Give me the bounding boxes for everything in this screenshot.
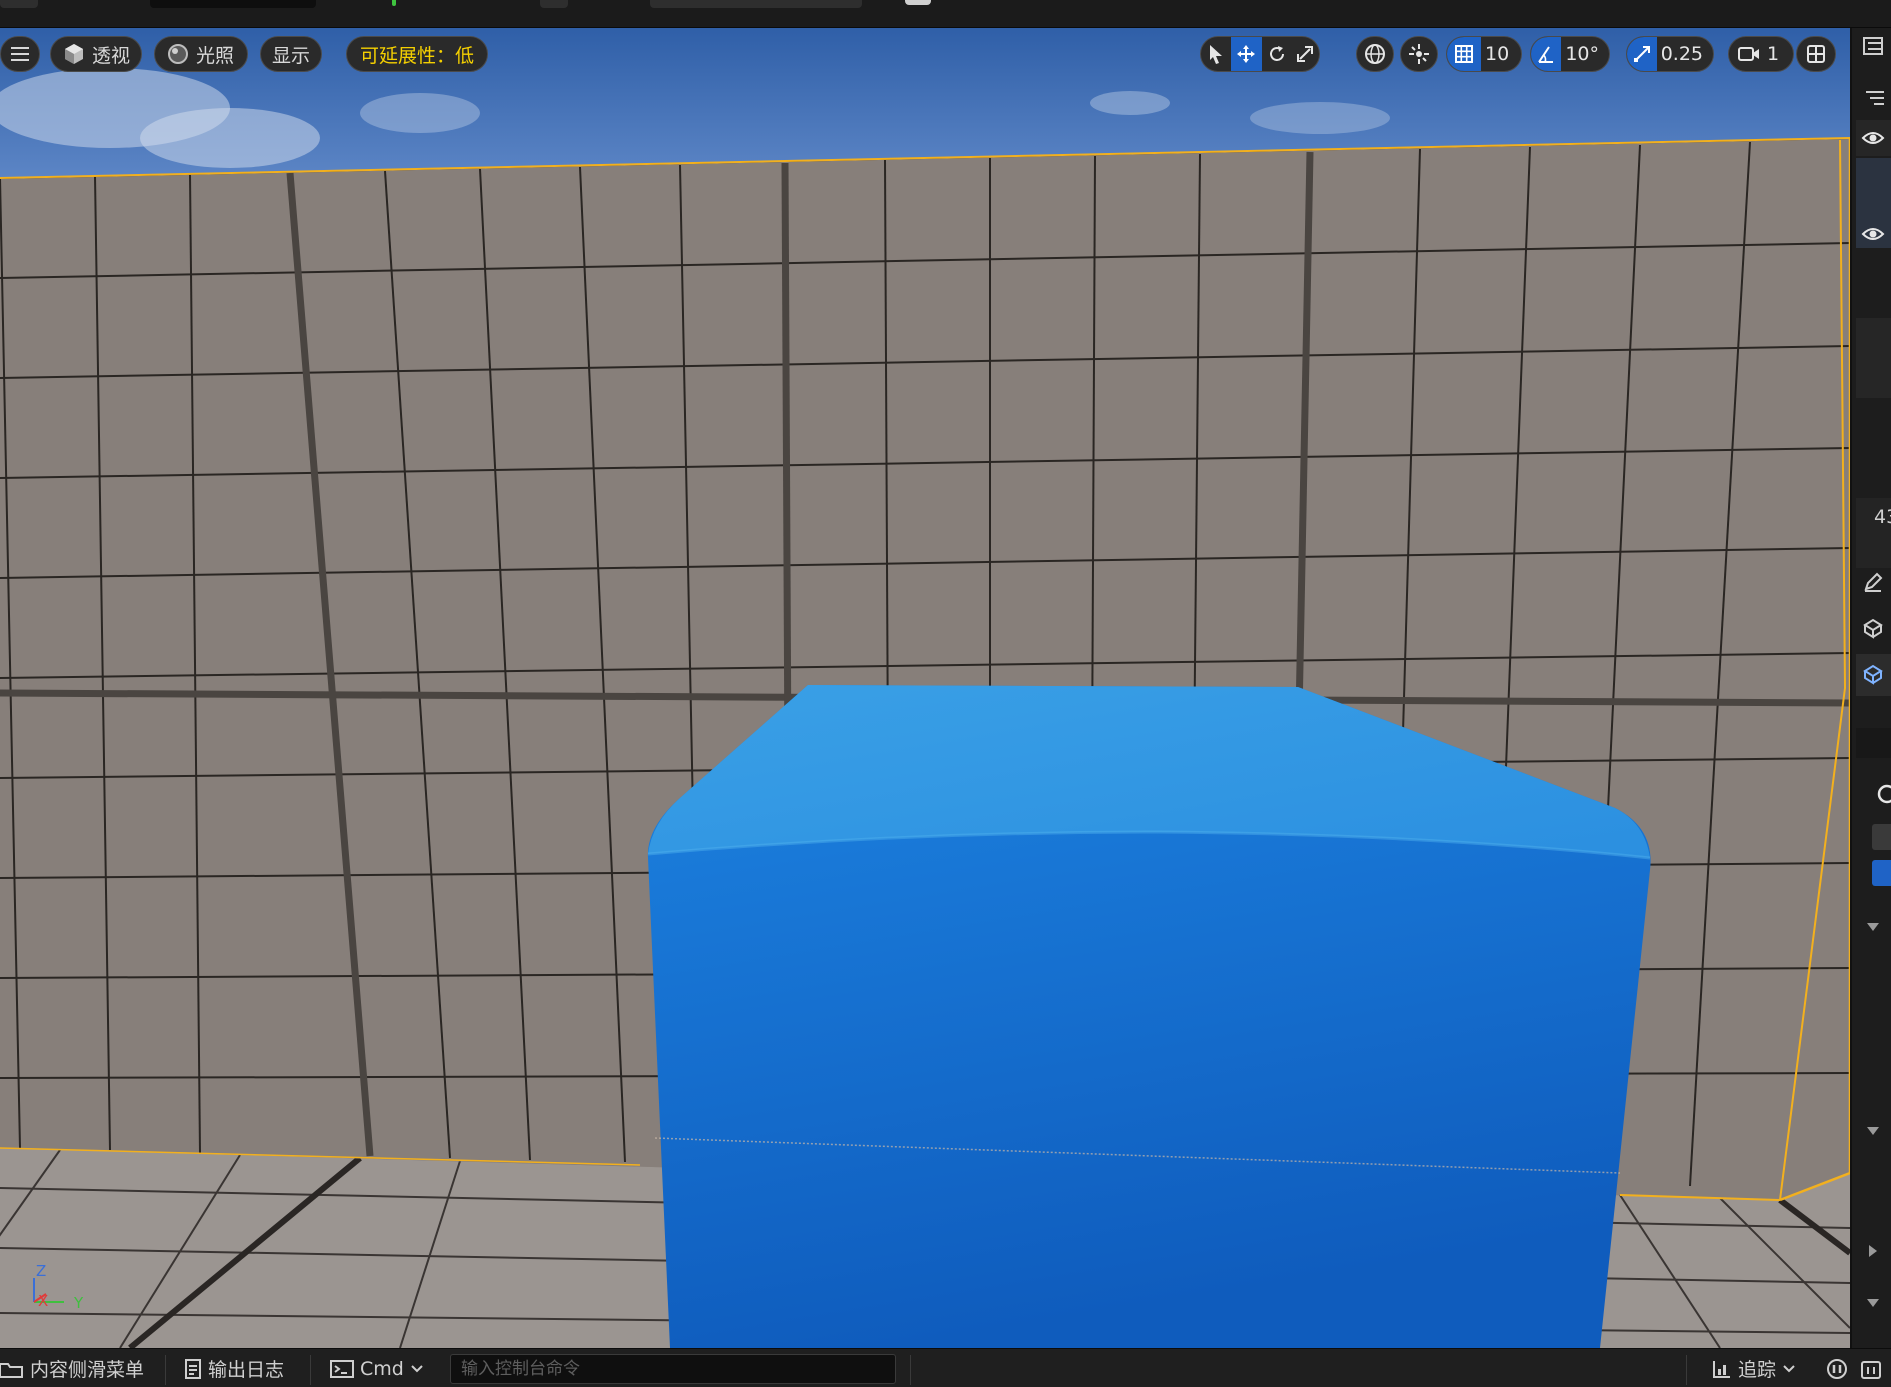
level-viewport[interactable]: 透视 光照 显示 可延展性：低 10 10° 0.25 1 Z X Y (0, 28, 1850, 1348)
content-drawer-label: 内容侧滑菜单 (30, 1359, 145, 1381)
rotate-tool-button[interactable] (1262, 37, 1292, 71)
log-icon (185, 1358, 201, 1379)
axis-gizmo: Z X Y (33, 1262, 84, 1312)
source-control-button[interactable] (1860, 1349, 1882, 1387)
camera-speed-value: 1 (1767, 43, 1780, 65)
transform-tools-group (1200, 36, 1320, 72)
scale-icon (1297, 46, 1314, 62)
scalability-warning-button[interactable]: 可延展性：低 (346, 36, 488, 72)
select-tool-button[interactable] (1201, 37, 1231, 71)
expand-arrow-icon[interactable] (1852, 1116, 1891, 1146)
view-mode-label: 透视 (92, 44, 131, 67)
edit-pencil-icon[interactable] (1852, 564, 1891, 600)
scale-arrow-icon (1633, 46, 1650, 62)
live-icon (1827, 1358, 1847, 1379)
collapse-arrow-icon[interactable] (1852, 1236, 1891, 1266)
axis-y-label: Y (73, 1294, 84, 1312)
axis-z-label: Z (36, 1262, 46, 1280)
viewport-layout-button[interactable] (1796, 36, 1836, 72)
lighting-button[interactable]: 光照 (154, 36, 248, 72)
trace-button[interactable]: 追踪 (1712, 1349, 1796, 1387)
terminal-icon (330, 1359, 354, 1378)
surface-snap-button[interactable] (1400, 36, 1438, 72)
output-log-button[interactable]: 输出日志 (184, 1349, 284, 1387)
scale-snap-value[interactable]: 0.25 (1657, 43, 1713, 65)
scene-render[interactable] (0, 28, 1850, 1348)
toolbar-fragment[interactable] (150, 0, 316, 8)
panel-menu-icon[interactable] (1852, 28, 1891, 64)
view-mode-button[interactable]: 透视 (50, 36, 142, 72)
grid-icon (1455, 45, 1473, 63)
toolbar-fragment[interactable] (540, 0, 568, 8)
toolbar-fragment[interactable] (905, 0, 931, 5)
expand-arrow-icon[interactable] (1852, 1288, 1891, 1318)
content-drawer-button[interactable]: 内容侧滑菜单 (0, 1349, 144, 1387)
rotation-snap-value[interactable]: 10° (1561, 43, 1609, 65)
grid-snap-toggle[interactable] (1447, 37, 1481, 71)
source-control-icon (1861, 1360, 1881, 1379)
cmd-selector[interactable]: Cmd (330, 1349, 424, 1387)
outliner-panel-edge: 43 (1850, 28, 1891, 1348)
mesh-icon[interactable] (1852, 610, 1891, 646)
console-command-input[interactable] (450, 1354, 896, 1384)
camera-speed-button[interactable]: 1 (1728, 36, 1794, 72)
chevron-down-icon (411, 1364, 423, 1372)
output-log-label: 输出日志 (208, 1359, 285, 1381)
show-label: 显示 (271, 44, 310, 67)
color-swatch-active[interactable] (1872, 860, 1891, 886)
globe-icon (1365, 44, 1385, 64)
scale-tool-button[interactable] (1291, 37, 1319, 71)
scalability-label: 可延展性：低 (359, 44, 474, 67)
sphere-icon (168, 44, 188, 64)
play-icon[interactable] (392, 0, 396, 6)
rotate-icon (1269, 46, 1284, 61)
trace-label: 追踪 (1738, 1359, 1777, 1381)
folder-icon (0, 1362, 23, 1378)
move-icon (1237, 45, 1256, 63)
main-toolbar-strip (0, 0, 1891, 28)
editor-window: 透视 光照 显示 可延展性：低 10 10° 0.25 1 Z X Y 4 内容… (0, 0, 1891, 1387)
translate-tool-button[interactable] (1230, 37, 1262, 71)
toolbar-fragment[interactable] (0, 0, 38, 8)
cursor-icon (1209, 45, 1222, 64)
search-icon[interactable] (1852, 776, 1891, 812)
angle-icon (1538, 46, 1554, 63)
visibility-eye-icon[interactable] (1852, 120, 1891, 156)
grid-snap-value[interactable]: 10 (1481, 43, 1519, 65)
cube-mesh[interactable] (647, 685, 1651, 1348)
cmd-label: Cmd (360, 1357, 404, 1380)
axis-x-label: X (38, 1292, 48, 1310)
filter-icon[interactable] (1852, 78, 1891, 118)
cube-icon (65, 44, 83, 64)
surface-snap-icon (1409, 44, 1429, 64)
scale-snap-group: 0.25 (1626, 36, 1714, 72)
rotation-snap-toggle[interactable] (1531, 37, 1562, 71)
chevron-down-icon (1783, 1364, 1795, 1372)
expand-arrow-icon[interactable] (1852, 912, 1891, 942)
status-bar: 内容侧滑菜单 输出日志 Cmd 追踪 (0, 1348, 1891, 1387)
color-swatch[interactable] (1872, 824, 1891, 850)
coordinate-system-button[interactable] (1356, 36, 1394, 72)
trace-chart-icon (1713, 1360, 1730, 1378)
grid-snap-group: 10 (1446, 36, 1522, 72)
visibility-eye-icon[interactable] (1852, 216, 1891, 252)
rotation-snap-group: 10° (1530, 36, 1610, 72)
partial-number: 43 (1874, 506, 1891, 528)
layout-icon (1807, 45, 1825, 63)
toolbar-fragment[interactable] (650, 0, 862, 8)
hamburger-icon (11, 47, 29, 61)
viewport-menu-button[interactable] (0, 36, 40, 72)
mesh-selected-icon[interactable] (1852, 656, 1891, 692)
scale-snap-toggle[interactable] (1627, 37, 1657, 71)
live-coding-button[interactable] (1826, 1349, 1848, 1387)
show-flags-button[interactable]: 显示 (260, 36, 322, 72)
camera-icon (1738, 47, 1759, 61)
lighting-label: 光照 (196, 44, 235, 67)
